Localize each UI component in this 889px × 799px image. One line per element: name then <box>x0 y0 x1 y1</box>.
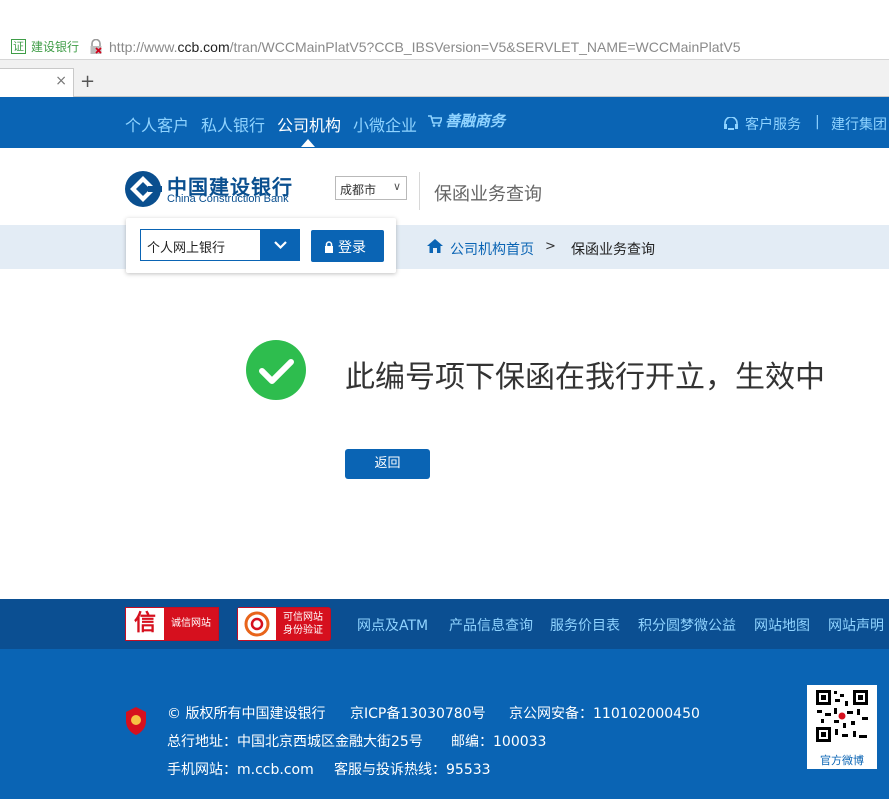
customer-service-label: 客户服务 <box>745 117 801 133</box>
icp-text[interactable]: 京ICP备13030780号 <box>350 703 486 723</box>
footer-link-price-list[interactable]: 服务价目表 <box>550 615 620 635</box>
nav-personal[interactable]: 个人客户 <box>125 112 189 136</box>
home-icon[interactable] <box>426 238 444 254</box>
qr-code-icon <box>816 690 868 742</box>
breadcrumb-separator: > <box>545 239 556 254</box>
header-divider <box>419 172 420 210</box>
browser-address-bar[interactable]: 证 建设银行 http://www.ccb.com/tran/WCCMainPl… <box>0 34 889 60</box>
footer-link-statement[interactable]: 网站声明 <box>828 615 884 635</box>
insecure-lock-icon[interactable] <box>89 38 103 55</box>
close-tab-icon[interactable]: × <box>55 73 67 89</box>
new-tab-button[interactable]: + <box>80 71 95 92</box>
customer-service-link[interactable]: 客户服务 <box>723 114 801 134</box>
back-button[interactable]: 返回 <box>345 449 430 479</box>
postcode-text: 邮编：100033 <box>451 734 547 750</box>
group-link[interactable]: 建行集团 <box>831 114 887 134</box>
trusted-site-badge[interactable]: 可信网站 身份验证 <box>237 607 331 641</box>
url-text[interactable]: http://www.ccb.com/tran/WCCMainPlatV5?CC… <box>109 39 741 55</box>
badge-xin-icon: 信 <box>126 608 164 640</box>
breadcrumb-current: 保函业务查询 <box>571 242 655 258</box>
qr-label[interactable]: 官方微博 <box>807 752 877 768</box>
nav-private-banking[interactable]: 私人银行 <box>201 112 265 136</box>
city-value: 成都市 <box>340 183 377 197</box>
badge-label: 诚信网站 <box>164 608 218 640</box>
police-record-text[interactable]: 京公网安备：110102000450 <box>509 703 700 723</box>
active-nav-indicator <box>301 139 315 147</box>
address-text: 总行地址：中国北京西城区金融大街25号 <box>167 734 423 750</box>
chevron-down-icon: ∨ <box>392 180 401 193</box>
footer-link-atm[interactable]: 网点及ATM <box>357 615 428 635</box>
badge-label: 可信网站 身份验证 <box>276 608 330 640</box>
footer-link-sitemap[interactable]: 网站地图 <box>754 615 810 635</box>
lock-icon <box>325 241 333 253</box>
nav-corporate[interactable]: 公司机构 <box>277 112 341 136</box>
login-type-dropdown-button[interactable] <box>261 229 300 261</box>
login-button-label: 登录 <box>338 240 366 256</box>
ccb-logo-icon[interactable] <box>124 170 162 208</box>
login-button[interactable]: 登录 <box>311 230 384 262</box>
chevron-down-icon <box>274 241 287 250</box>
bank-name-en[interactable]: China Construction Bank <box>167 193 289 205</box>
headset-icon <box>724 116 738 130</box>
nav-divider: | <box>815 114 820 130</box>
browser-tab-strip: × + <box>0 60 889 97</box>
shanrong-label: 善融商务 <box>445 112 506 130</box>
cart-icon <box>428 115 442 127</box>
success-check-icon <box>246 340 306 400</box>
login-type-select[interactable]: 个人网上银行 <box>140 229 261 261</box>
copyright-text: © 版权所有中国建设银行 <box>167 706 326 722</box>
integrity-site-badge[interactable]: 信 诚信网站 <box>125 607 219 641</box>
footer-link-charity[interactable]: 积分圆梦微公益 <box>638 615 736 635</box>
result-message: 此编号项下保函在我行开立，生效中 <box>345 360 825 395</box>
browser-tab[interactable]: × <box>0 68 74 97</box>
page-title: 保函业务查询 <box>434 184 542 205</box>
nav-shanrong[interactable]: 善融商务 <box>428 110 505 131</box>
footer-link-products[interactable]: 产品信息查询 <box>449 615 533 635</box>
trusted-seal-icon <box>238 608 276 640</box>
city-select[interactable]: 成都市 ∨ <box>335 176 407 200</box>
certificate-icon[interactable]: 证 <box>11 39 26 54</box>
nav-small-business[interactable]: 小微企业 <box>353 112 417 136</box>
certificate-label[interactable]: 建设银行 <box>31 38 79 55</box>
breadcrumb-home-link[interactable]: 公司机构首页 <box>450 239 534 259</box>
police-emblem-icon[interactable] <box>124 706 148 736</box>
hotline-text: 客服与投诉热线：95533 <box>334 762 491 778</box>
mobile-site-text[interactable]: 手机网站：m.ccb.com <box>167 759 314 779</box>
